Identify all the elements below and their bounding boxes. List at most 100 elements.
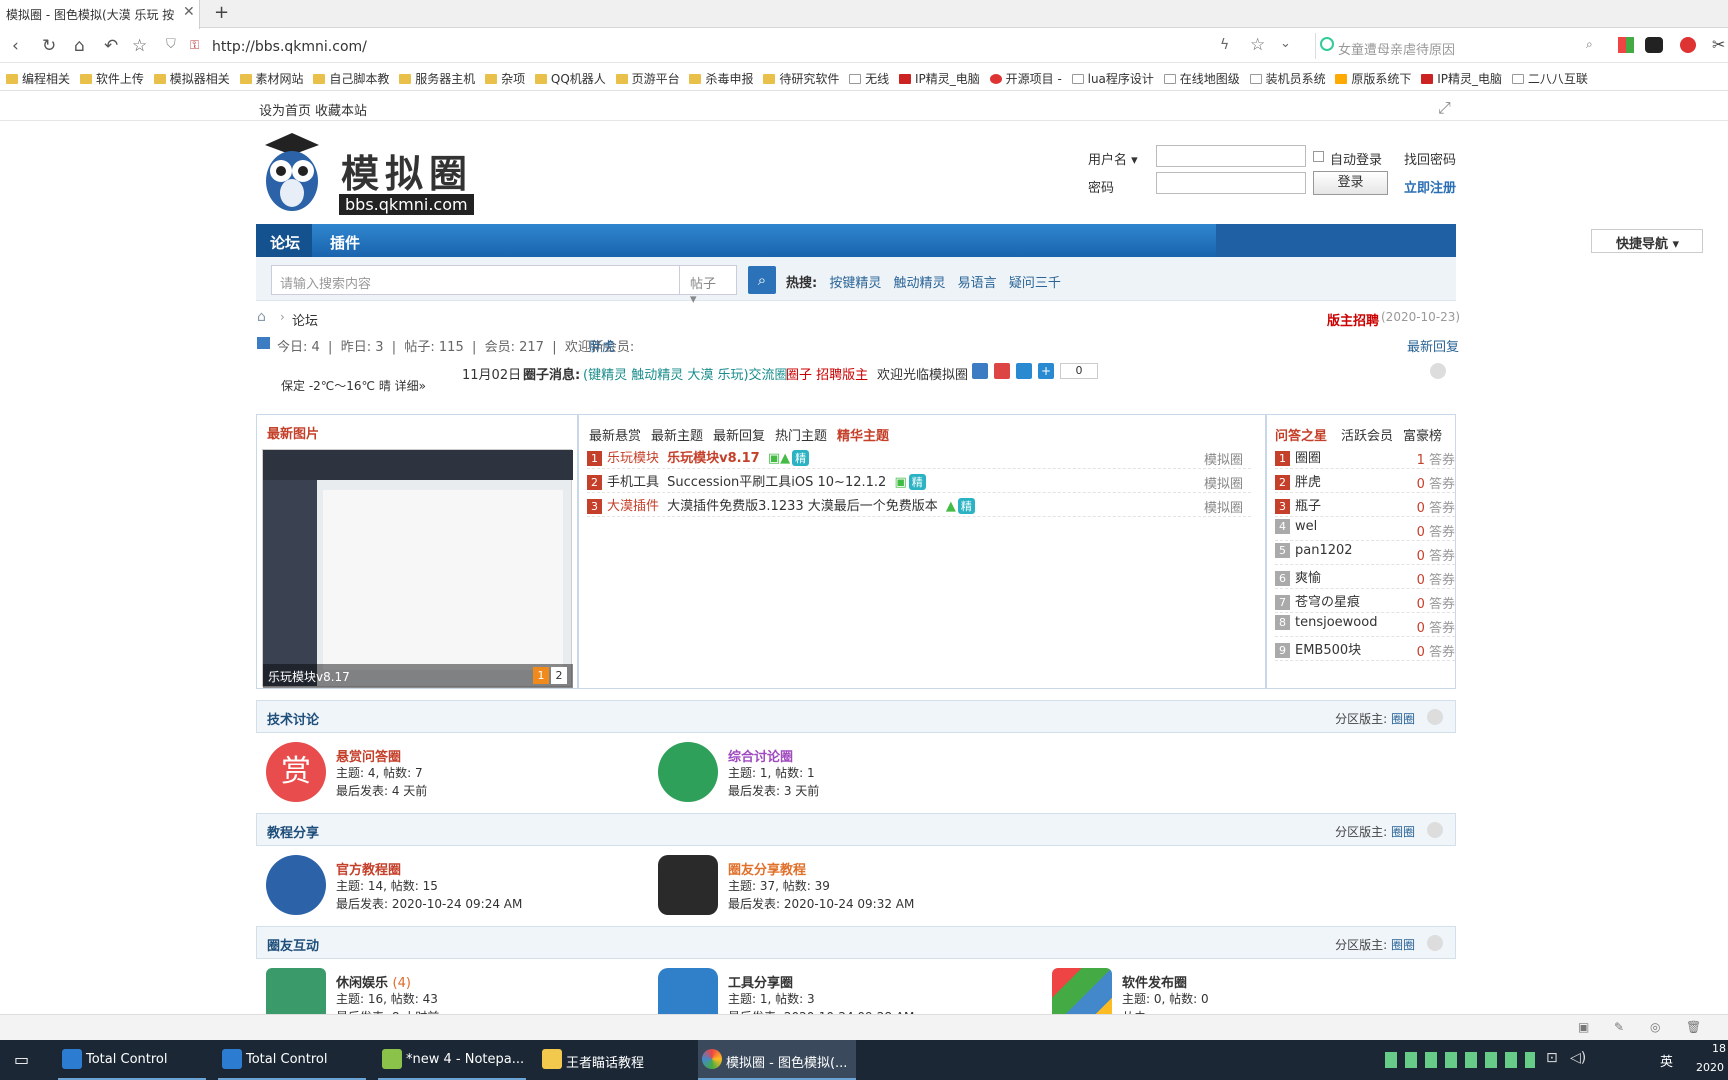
- hot-word[interactable]: 疑问三千: [1009, 276, 1061, 291]
- rank-tab[interactable]: 富豪榜: [1403, 425, 1442, 444]
- register-link[interactable]: 立即注册: [1404, 177, 1456, 196]
- clock-time[interactable]: 18: [1712, 1042, 1726, 1055]
- quick-nav-button[interactable]: 快捷导航 ▾: [1591, 229, 1703, 253]
- apps-icon[interactable]: [1618, 37, 1634, 53]
- p-icon[interactable]: [1016, 363, 1032, 379]
- rank-user[interactable]: wel: [1295, 519, 1317, 534]
- favorite-icon[interactable]: ☆: [132, 36, 147, 56]
- thread-author[interactable]: 模拟圈: [1204, 449, 1243, 468]
- collapse-icon[interactable]: [1430, 363, 1446, 379]
- bookmark[interactable]: 软件上传: [79, 70, 144, 87]
- forum-name[interactable]: 圈友分享教程: [728, 859, 806, 878]
- new-tab-icon[interactable]: +: [214, 2, 229, 23]
- back-icon[interactable]: ‹: [12, 36, 19, 56]
- bookmark[interactable]: lua程序设计: [1071, 70, 1154, 87]
- rank-user[interactable]: EMB500块: [1295, 643, 1361, 658]
- thread-title[interactable]: 大漠插件免费版3.1233 大漠最后一个免费版本: [667, 499, 938, 514]
- latest-reply-link[interactable]: 最新回复: [1407, 336, 1459, 355]
- task-view-icon[interactable]: ▭: [14, 1050, 29, 1069]
- forum-name[interactable]: 工具分享圈: [728, 972, 793, 991]
- search-button[interactable]: ⌕: [748, 266, 776, 294]
- bookmark[interactable]: 页游平台: [615, 70, 680, 87]
- trash-icon[interactable]: 🗑: [1686, 1020, 1701, 1034]
- chevron-down-icon[interactable]: ⌄: [1280, 36, 1291, 51]
- rank-user[interactable]: 胖虎: [1295, 475, 1321, 490]
- rank-row[interactable]: 7 苍穹の星痕 0 答券: [1275, 591, 1455, 613]
- clock-date[interactable]: 2020: [1696, 1061, 1724, 1074]
- refresh-icon[interactable]: ↻: [42, 36, 56, 56]
- lightning-icon[interactable]: ϟ: [1220, 37, 1229, 53]
- slide-page[interactable]: 2: [551, 667, 567, 684]
- bookmark[interactable]: 服务器主机: [399, 70, 475, 87]
- ime-indicator[interactable]: 英: [1660, 1051, 1673, 1070]
- thread-category[interactable]: 乐玩模块: [607, 451, 659, 466]
- forum-name[interactable]: 官方教程圈: [336, 859, 401, 878]
- rank-user[interactable]: tensjoewood: [1295, 615, 1377, 630]
- bookmark[interactable]: 二八八互联: [1511, 70, 1588, 87]
- extension-icon[interactable]: [1645, 37, 1663, 53]
- moderator-link[interactable]: 圈圈: [1391, 712, 1415, 726]
- thread-tab[interactable]: 精华主题: [837, 425, 889, 444]
- network-icon[interactable]: ⊡: [1546, 1050, 1558, 1066]
- bookmark[interactable]: 原版系统下: [1335, 70, 1411, 87]
- thread-tab[interactable]: 最新主题: [651, 425, 703, 444]
- bookmark[interactable]: 无线: [849, 70, 889, 87]
- thread-tab[interactable]: 最新回复: [713, 425, 765, 444]
- url-text[interactable]: http://bbs.qkmni.com/: [212, 39, 367, 55]
- site-logo[interactable]: 模拟圈 bbs.qkmni.com: [257, 131, 487, 216]
- thread-category[interactable]: 大漠插件: [607, 499, 659, 514]
- hot-word[interactable]: 按键精灵: [829, 276, 881, 291]
- rank-user[interactable]: 爽愉: [1295, 571, 1321, 586]
- thread-row[interactable]: 1 乐玩模块 乐玩模块v8.17 ▣▲ 精 模拟圈: [587, 447, 1251, 469]
- forum-name[interactable]: 休闲娱乐 (4): [336, 972, 411, 991]
- bookmark[interactable]: 装机员系统: [1249, 70, 1326, 87]
- set-home-link[interactable]: 设为首页: [259, 100, 311, 119]
- thread-title[interactable]: 乐玩模块v8.17: [667, 451, 760, 466]
- browser-tab[interactable]: 模拟圈 - 图色模拟(大漠 乐玩 按 ✕: [0, 0, 200, 29]
- new-member-link[interactable]: 胖虎: [589, 336, 615, 355]
- bookmark[interactable]: IP精灵_电脑: [1421, 70, 1502, 87]
- speed-icon[interactable]: ◎: [1650, 1020, 1660, 1034]
- rank-row[interactable]: 6 爽愉 0 答券: [1275, 567, 1455, 589]
- hot-word[interactable]: 易语言: [958, 276, 997, 291]
- password-input[interactable]: [1156, 172, 1306, 194]
- tray-icons[interactable]: [1385, 1052, 1535, 1068]
- bookmark[interactable]: IP精灵_电脑: [899, 70, 980, 87]
- rank-row[interactable]: 5 pan1202 0 答券: [1275, 543, 1455, 565]
- weather[interactable]: 保定 -2℃～16℃ 晴 详细»: [281, 377, 426, 394]
- tools-icon[interactable]: ✂: [1712, 35, 1725, 54]
- nav-item-forum[interactable]: 论坛: [256, 224, 312, 257]
- star-icon[interactable]: ☆: [1250, 35, 1265, 55]
- taskbar-item[interactable]: 王者瞄话教程: [538, 1040, 686, 1080]
- username-input[interactable]: [1156, 145, 1306, 167]
- hot-word[interactable]: 触动精灵: [894, 276, 946, 291]
- close-tab-icon[interactable]: ✕: [183, 4, 195, 20]
- bookmark[interactable]: 自己脚本教: [313, 70, 389, 87]
- bookmark-site-link[interactable]: 收藏本站: [315, 100, 367, 119]
- adblock-icon[interactable]: [1680, 37, 1696, 53]
- moderator-recruit-link[interactable]: 版主招聘: [1327, 310, 1379, 329]
- rank-user[interactable]: 圈圈: [1295, 451, 1321, 466]
- rank-row[interactable]: 3 瓶子 0 答券: [1275, 495, 1455, 517]
- bookmark[interactable]: 在线地图级: [1163, 70, 1240, 87]
- screenshot-icon[interactable]: ▣: [1578, 1020, 1589, 1034]
- rank-user[interactable]: 苍穹の星痕: [1295, 595, 1360, 610]
- browser-search-text[interactable]: 女童遭母亲虐待原因: [1338, 39, 1455, 58]
- taskbar-item[interactable]: Total Control: [58, 1040, 206, 1080]
- rank-tab[interactable]: 活跃会员: [1341, 425, 1393, 444]
- section-title[interactable]: 圈友互动: [267, 935, 319, 954]
- bookmark[interactable]: 开源项目 -: [989, 70, 1062, 87]
- browser-search-box[interactable]: 女童遭母亲虐待原因 ⌕: [1315, 33, 1605, 59]
- bookmark[interactable]: 杂项: [485, 70, 525, 87]
- breadcrumb[interactable]: 论坛: [292, 310, 318, 329]
- collapse-icon[interactable]: [1427, 709, 1443, 725]
- section-title[interactable]: 教程分享: [267, 822, 319, 841]
- moderator-link[interactable]: 圈圈: [1391, 825, 1415, 839]
- forum-name[interactable]: 悬赏问答圈: [336, 746, 401, 765]
- moderator-link[interactable]: 圈圈: [1391, 938, 1415, 952]
- forum-item[interactable]: 赏 悬赏问答圈 主题: 4, 帖数: 7 最后发表: 4 天前: [266, 742, 646, 806]
- forum-name[interactable]: 软件发布圈: [1122, 972, 1187, 991]
- forum-name[interactable]: 综合讨论圈: [728, 746, 793, 765]
- bookmark[interactable]: 杀毒申报: [689, 70, 754, 87]
- home-icon[interactable]: ⌂: [74, 36, 85, 56]
